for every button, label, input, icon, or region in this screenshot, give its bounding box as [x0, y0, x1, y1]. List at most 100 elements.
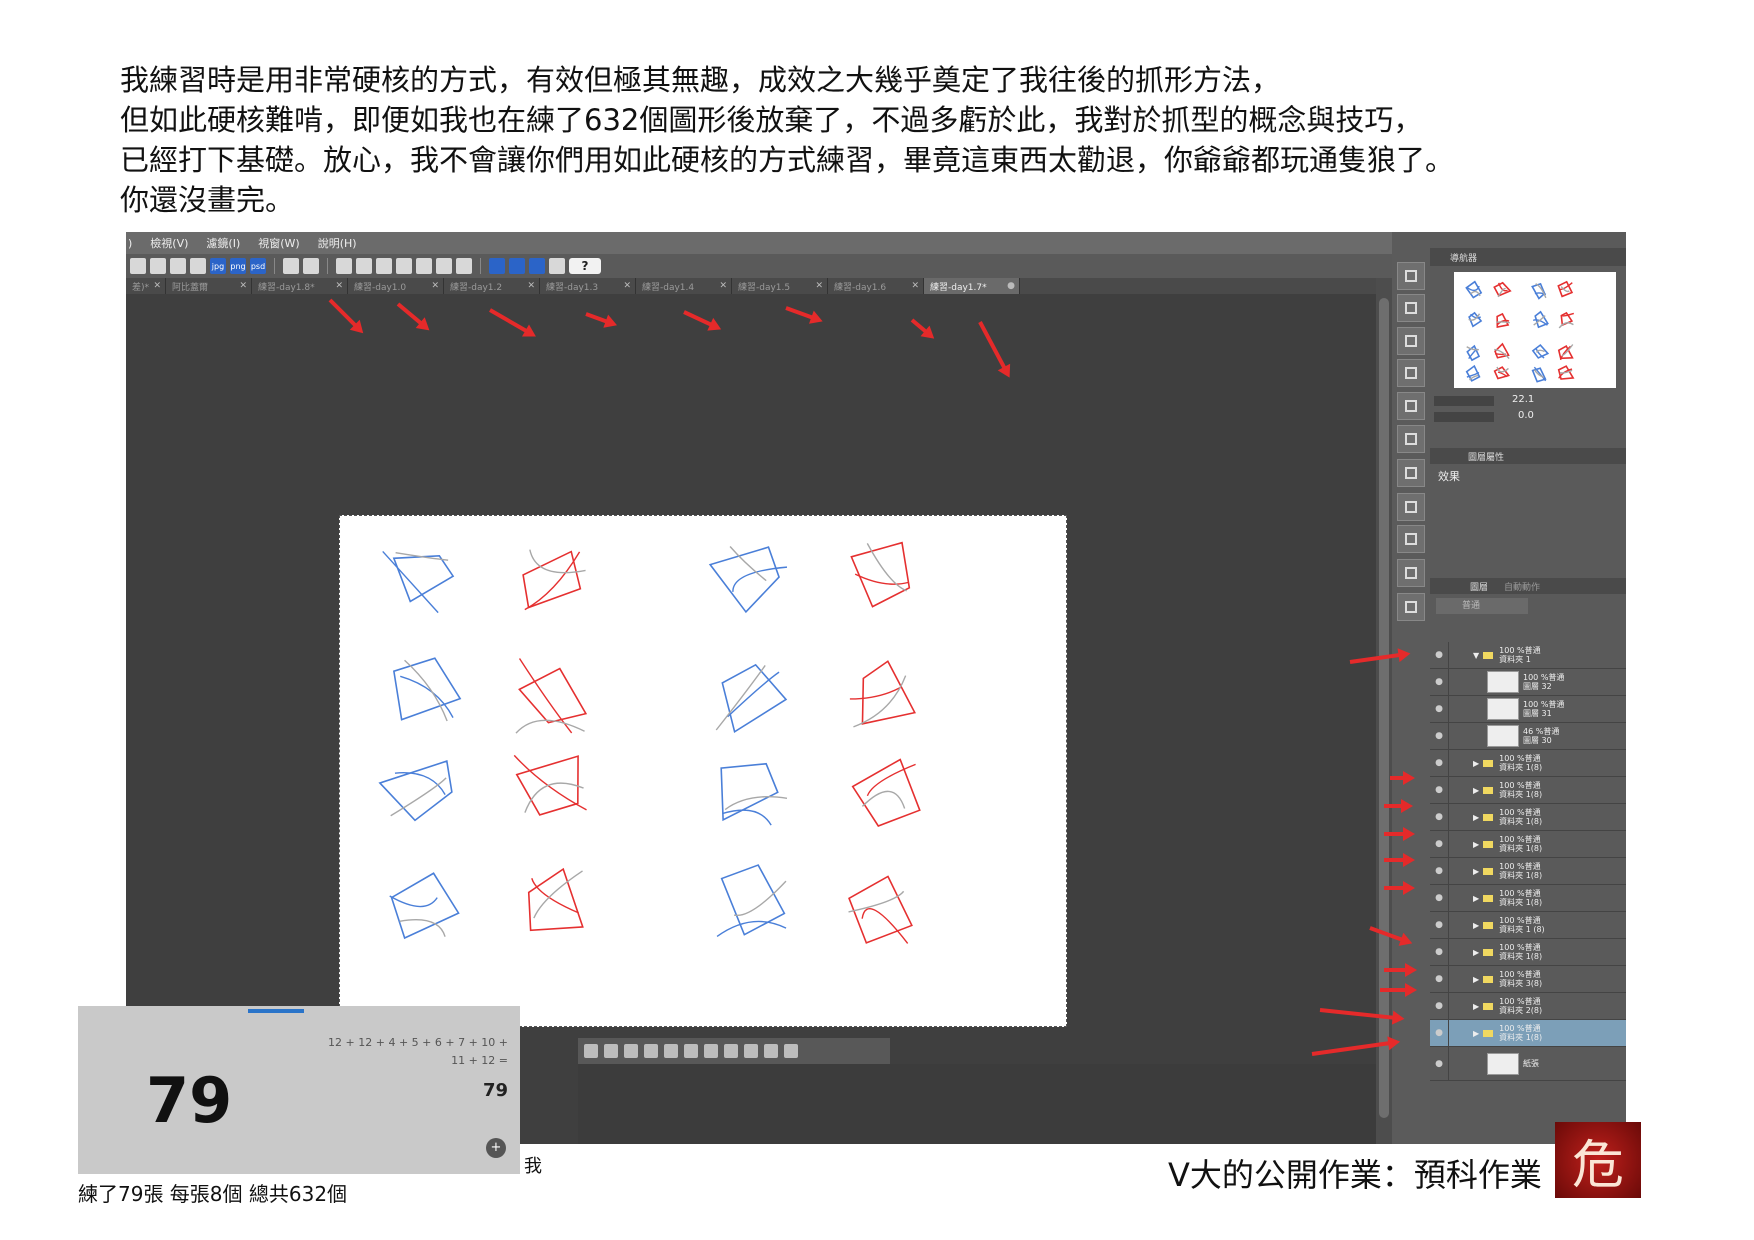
- eye-icon[interactable]: ●: [1430, 866, 1448, 876]
- dock-panel-button[interactable]: [1397, 525, 1425, 553]
- crop-icon[interactable]: [416, 258, 432, 274]
- layer-row[interactable]: ● ▶ 100 %普通 資料夾 1(8): [1430, 939, 1626, 966]
- layer-row[interactable]: ● ▶ 100 %普通 資料夾 3(8): [1430, 966, 1626, 993]
- angle-slider[interactable]: [1434, 412, 1494, 422]
- eye-icon[interactable]: ●: [1430, 677, 1448, 687]
- select-icon[interactable]: [644, 1044, 658, 1058]
- menu-item-window[interactable]: 視窗(W): [258, 235, 299, 251]
- layer-lock-cell[interactable]: [1448, 804, 1467, 830]
- expand-arrow-icon[interactable]: ▶: [1473, 786, 1479, 795]
- dock-panel-button[interactable]: [1397, 294, 1425, 322]
- layer-row[interactable]: ● ▶ 100 %普通 資料夾 2(8): [1430, 993, 1626, 1020]
- expand-arrow-icon[interactable]: ▶: [1473, 840, 1479, 849]
- menu-item-partial[interactable]: ): [128, 237, 132, 250]
- deselect-icon[interactable]: [584, 1044, 598, 1058]
- expand-arrow-icon[interactable]: ▶: [1473, 759, 1479, 768]
- dock-panel-button[interactable]: [1397, 425, 1425, 453]
- dock-panel-button[interactable]: [1397, 359, 1425, 387]
- dock-panel-button[interactable]: [1397, 392, 1425, 420]
- expand-arrow-icon[interactable]: ▶: [1473, 975, 1479, 984]
- eye-icon[interactable]: ●: [1430, 650, 1448, 660]
- layer-row[interactable]: ● ▶ 100 %普通 資料夾 1(8): [1430, 885, 1626, 912]
- layer-row[interactable]: ● ▶ 100 %普通 資料夾 1(8): [1430, 804, 1626, 831]
- tab-document[interactable]: 練習-day1.6 ✕: [828, 278, 924, 294]
- move-icon[interactable]: [664, 1044, 678, 1058]
- grid-icon[interactable]: [624, 1044, 638, 1058]
- zoom-slider[interactable]: [1434, 396, 1494, 406]
- border-icon[interactable]: [456, 258, 472, 274]
- scrollbar-thumb[interactable]: [1379, 298, 1389, 1118]
- layer-lock-cell[interactable]: [1448, 750, 1467, 776]
- expand-arrow-icon[interactable]: ▶: [1473, 894, 1479, 903]
- tab-document[interactable]: 練習-day1.8* ✕: [252, 278, 348, 294]
- dock-panel-button[interactable]: [1397, 493, 1425, 521]
- layer-row[interactable]: ● ▼ 100 %普通 資料夾 1: [1430, 642, 1626, 669]
- eye-icon[interactable]: ●: [1430, 785, 1448, 795]
- eye-icon[interactable]: ●: [1430, 1059, 1448, 1069]
- layer-lock-cell[interactable]: [1448, 912, 1467, 938]
- eye-icon[interactable]: ●: [1430, 920, 1448, 930]
- dock-panel-button[interactable]: [1397, 262, 1425, 290]
- unsaved-dot-icon[interactable]: ●: [1007, 281, 1015, 291]
- select-clear-icon[interactable]: [336, 258, 352, 274]
- tab-document[interactable]: 練習-day1.0 ✕: [348, 278, 444, 294]
- tab-document[interactable]: 阿比蓋爾 ✕: [166, 278, 252, 294]
- eye-icon[interactable]: ●: [1430, 704, 1448, 714]
- eye-icon[interactable]: ●: [1430, 974, 1448, 984]
- new-file-icon[interactable]: [130, 258, 146, 274]
- open-file-icon[interactable]: [150, 258, 166, 274]
- drawing-canvas[interactable]: [339, 515, 1067, 1027]
- layer-row[interactable]: ● 46 %普通 圖層 30: [1430, 723, 1626, 750]
- blend-mode-select[interactable]: 普通: [1436, 598, 1528, 614]
- layer-lock-cell[interactable]: [1448, 1047, 1467, 1080]
- dock-panel-button[interactable]: [1397, 593, 1425, 621]
- expand-icon[interactable]: [604, 1044, 618, 1058]
- tab-document[interactable]: 練習-day1.4 ✕: [636, 278, 732, 294]
- transform-icon[interactable]: [356, 258, 372, 274]
- tab-document[interactable]: 練習-day1.5 ✕: [732, 278, 828, 294]
- close-tab-icon[interactable]: ✕: [815, 281, 823, 291]
- tab-document[interactable]: 練習-day1.3 ✕: [540, 278, 636, 294]
- layer-row[interactable]: ● ▶ 100 %普通 資料夾 1 (8): [1430, 912, 1626, 939]
- expand-arrow-icon[interactable]: ▶: [1473, 1029, 1479, 1038]
- tab-document[interactable]: 練習-day1.2 ✕: [444, 278, 540, 294]
- layer-row[interactable]: ● ▶ 100 %普通 資料夾 1(8): [1430, 750, 1626, 777]
- magnet-icon[interactable]: [509, 258, 525, 274]
- copy-icon[interactable]: [704, 1044, 718, 1058]
- save-as-icon[interactable]: [190, 258, 206, 274]
- layer-lock-cell[interactable]: [1448, 939, 1467, 965]
- close-tab-icon[interactable]: ✕: [431, 281, 439, 291]
- export-png-icon[interactable]: png: [230, 258, 246, 274]
- export-psd-icon[interactable]: psd: [250, 258, 266, 274]
- eye-icon[interactable]: ●: [1430, 839, 1448, 849]
- dock-panel-button[interactable]: [1397, 327, 1425, 355]
- layer-lock-cell[interactable]: [1448, 1020, 1467, 1046]
- layer-lock-cell[interactable]: [1448, 777, 1467, 803]
- layer-row[interactable]: ● 100 %普通 圖層 31: [1430, 696, 1626, 723]
- close-tab-icon[interactable]: ✕: [911, 281, 919, 291]
- rotate-icon[interactable]: [684, 1044, 698, 1058]
- eye-icon[interactable]: ●: [1430, 731, 1448, 741]
- close-tab-icon[interactable]: ✕: [719, 281, 727, 291]
- expand-arrow-icon[interactable]: ▼: [1473, 651, 1479, 660]
- fill-icon[interactable]: [376, 258, 392, 274]
- eye-icon[interactable]: ●: [1430, 1001, 1448, 1011]
- eye-icon[interactable]: ●: [1430, 1028, 1448, 1038]
- layer-row[interactable]: ● ▶ 100 %普通 資料夾 1(8): [1430, 1020, 1626, 1047]
- close-tab-icon[interactable]: ✕: [527, 281, 535, 291]
- layer-lock-cell[interactable]: [1448, 966, 1467, 992]
- fill-icon[interactable]: [744, 1044, 758, 1058]
- menu-item-help[interactable]: 說明(H): [318, 235, 357, 251]
- scale-icon[interactable]: [396, 258, 412, 274]
- tab-document[interactable]: 練習-day1.7* ●: [924, 278, 1020, 294]
- navigator-tab[interactable]: 導航器: [1430, 248, 1626, 266]
- menu-item-filter[interactable]: 濾鏡(I): [206, 235, 240, 251]
- eye-icon[interactable]: ●: [1430, 758, 1448, 768]
- help-button[interactable]: ?: [569, 258, 601, 274]
- ruler-snap-icon[interactable]: [489, 258, 505, 274]
- scale-icon[interactable]: [724, 1044, 738, 1058]
- save-icon[interactable]: [170, 258, 186, 274]
- expand-arrow-icon[interactable]: ▶: [1473, 867, 1479, 876]
- layer-row[interactable]: ● 紙張: [1430, 1047, 1626, 1081]
- menu-item-view[interactable]: 檢視(V): [150, 235, 188, 251]
